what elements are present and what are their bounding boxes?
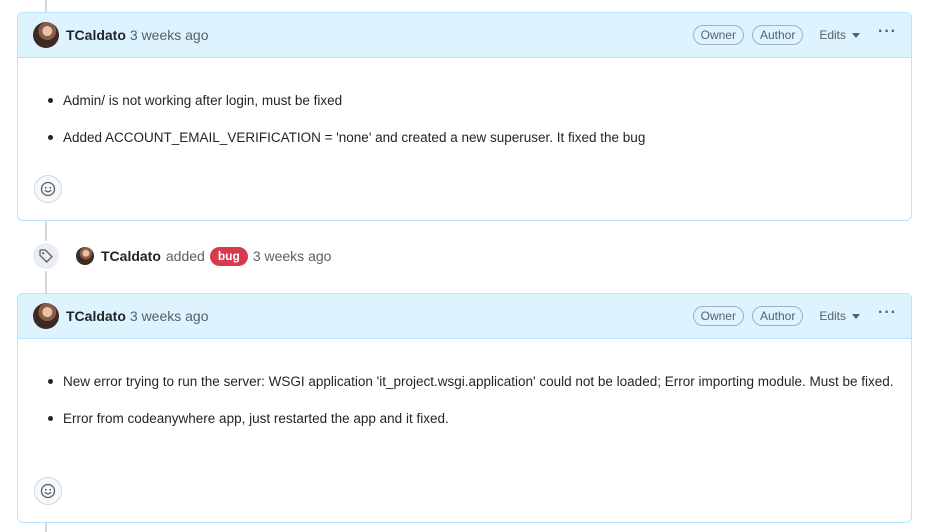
edits-label: Edits: [819, 309, 847, 323]
author-badge: Author: [751, 306, 804, 326]
smiley-icon: [40, 181, 56, 197]
edits-dropdown[interactable]: Edits: [819, 309, 861, 323]
timestamp[interactable]: 3 weeks ago: [130, 308, 209, 324]
event-author-link[interactable]: TCaldato: [101, 248, 161, 264]
timeline-event-label-added: TCaldato added bug 3 weeks ago: [31, 240, 331, 272]
avatar[interactable]: [33, 303, 59, 329]
comment-body: New error trying to run the server: WSGI…: [18, 371, 911, 429]
comment-card: TCaldato 3 weeks ago Owner Author Edits …: [17, 293, 912, 523]
list-item: New error trying to run the server: WSGI…: [46, 371, 896, 392]
add-reaction-button[interactable]: [34, 175, 62, 203]
tag-badge: [31, 241, 61, 271]
bug-label[interactable]: bug: [209, 246, 248, 266]
owner-badge: Owner: [692, 306, 744, 326]
add-reaction-button[interactable]: [34, 477, 62, 505]
chevron-down-icon: [852, 313, 861, 319]
owner-badge: Owner: [692, 25, 744, 45]
comment-card: TCaldato 3 weeks ago Owner Author Edits …: [17, 12, 912, 221]
edits-dropdown[interactable]: Edits: [819, 28, 861, 42]
smiley-icon: [40, 483, 56, 499]
kebab-menu-icon[interactable]: ···: [878, 305, 897, 321]
comment-body: Admin/ is not working after login, must …: [18, 90, 911, 148]
event-action-text: added: [165, 248, 205, 264]
list-item: Added ACCOUNT_EMAIL_VERIFICATION = 'none…: [46, 127, 896, 148]
author-badge: Author: [751, 25, 804, 45]
avatar[interactable]: [76, 247, 94, 265]
chevron-down-icon: [852, 32, 861, 38]
edits-label: Edits: [819, 28, 847, 42]
kebab-menu-icon[interactable]: ···: [878, 24, 897, 40]
timestamp[interactable]: 3 weeks ago: [130, 27, 209, 43]
list-item: Error from codeanywhere app, just restar…: [46, 408, 896, 429]
list-item: Admin/ is not working after login, must …: [46, 90, 896, 111]
author-link[interactable]: TCaldato: [66, 308, 126, 324]
event-timestamp[interactable]: 3 weeks ago: [253, 248, 332, 264]
avatar[interactable]: [33, 22, 59, 48]
comment-header: TCaldato 3 weeks ago Owner Author Edits …: [18, 13, 911, 58]
tag-icon: [39, 249, 53, 263]
author-link[interactable]: TCaldato: [66, 27, 126, 43]
comment-header: TCaldato 3 weeks ago Owner Author Edits …: [18, 294, 911, 339]
